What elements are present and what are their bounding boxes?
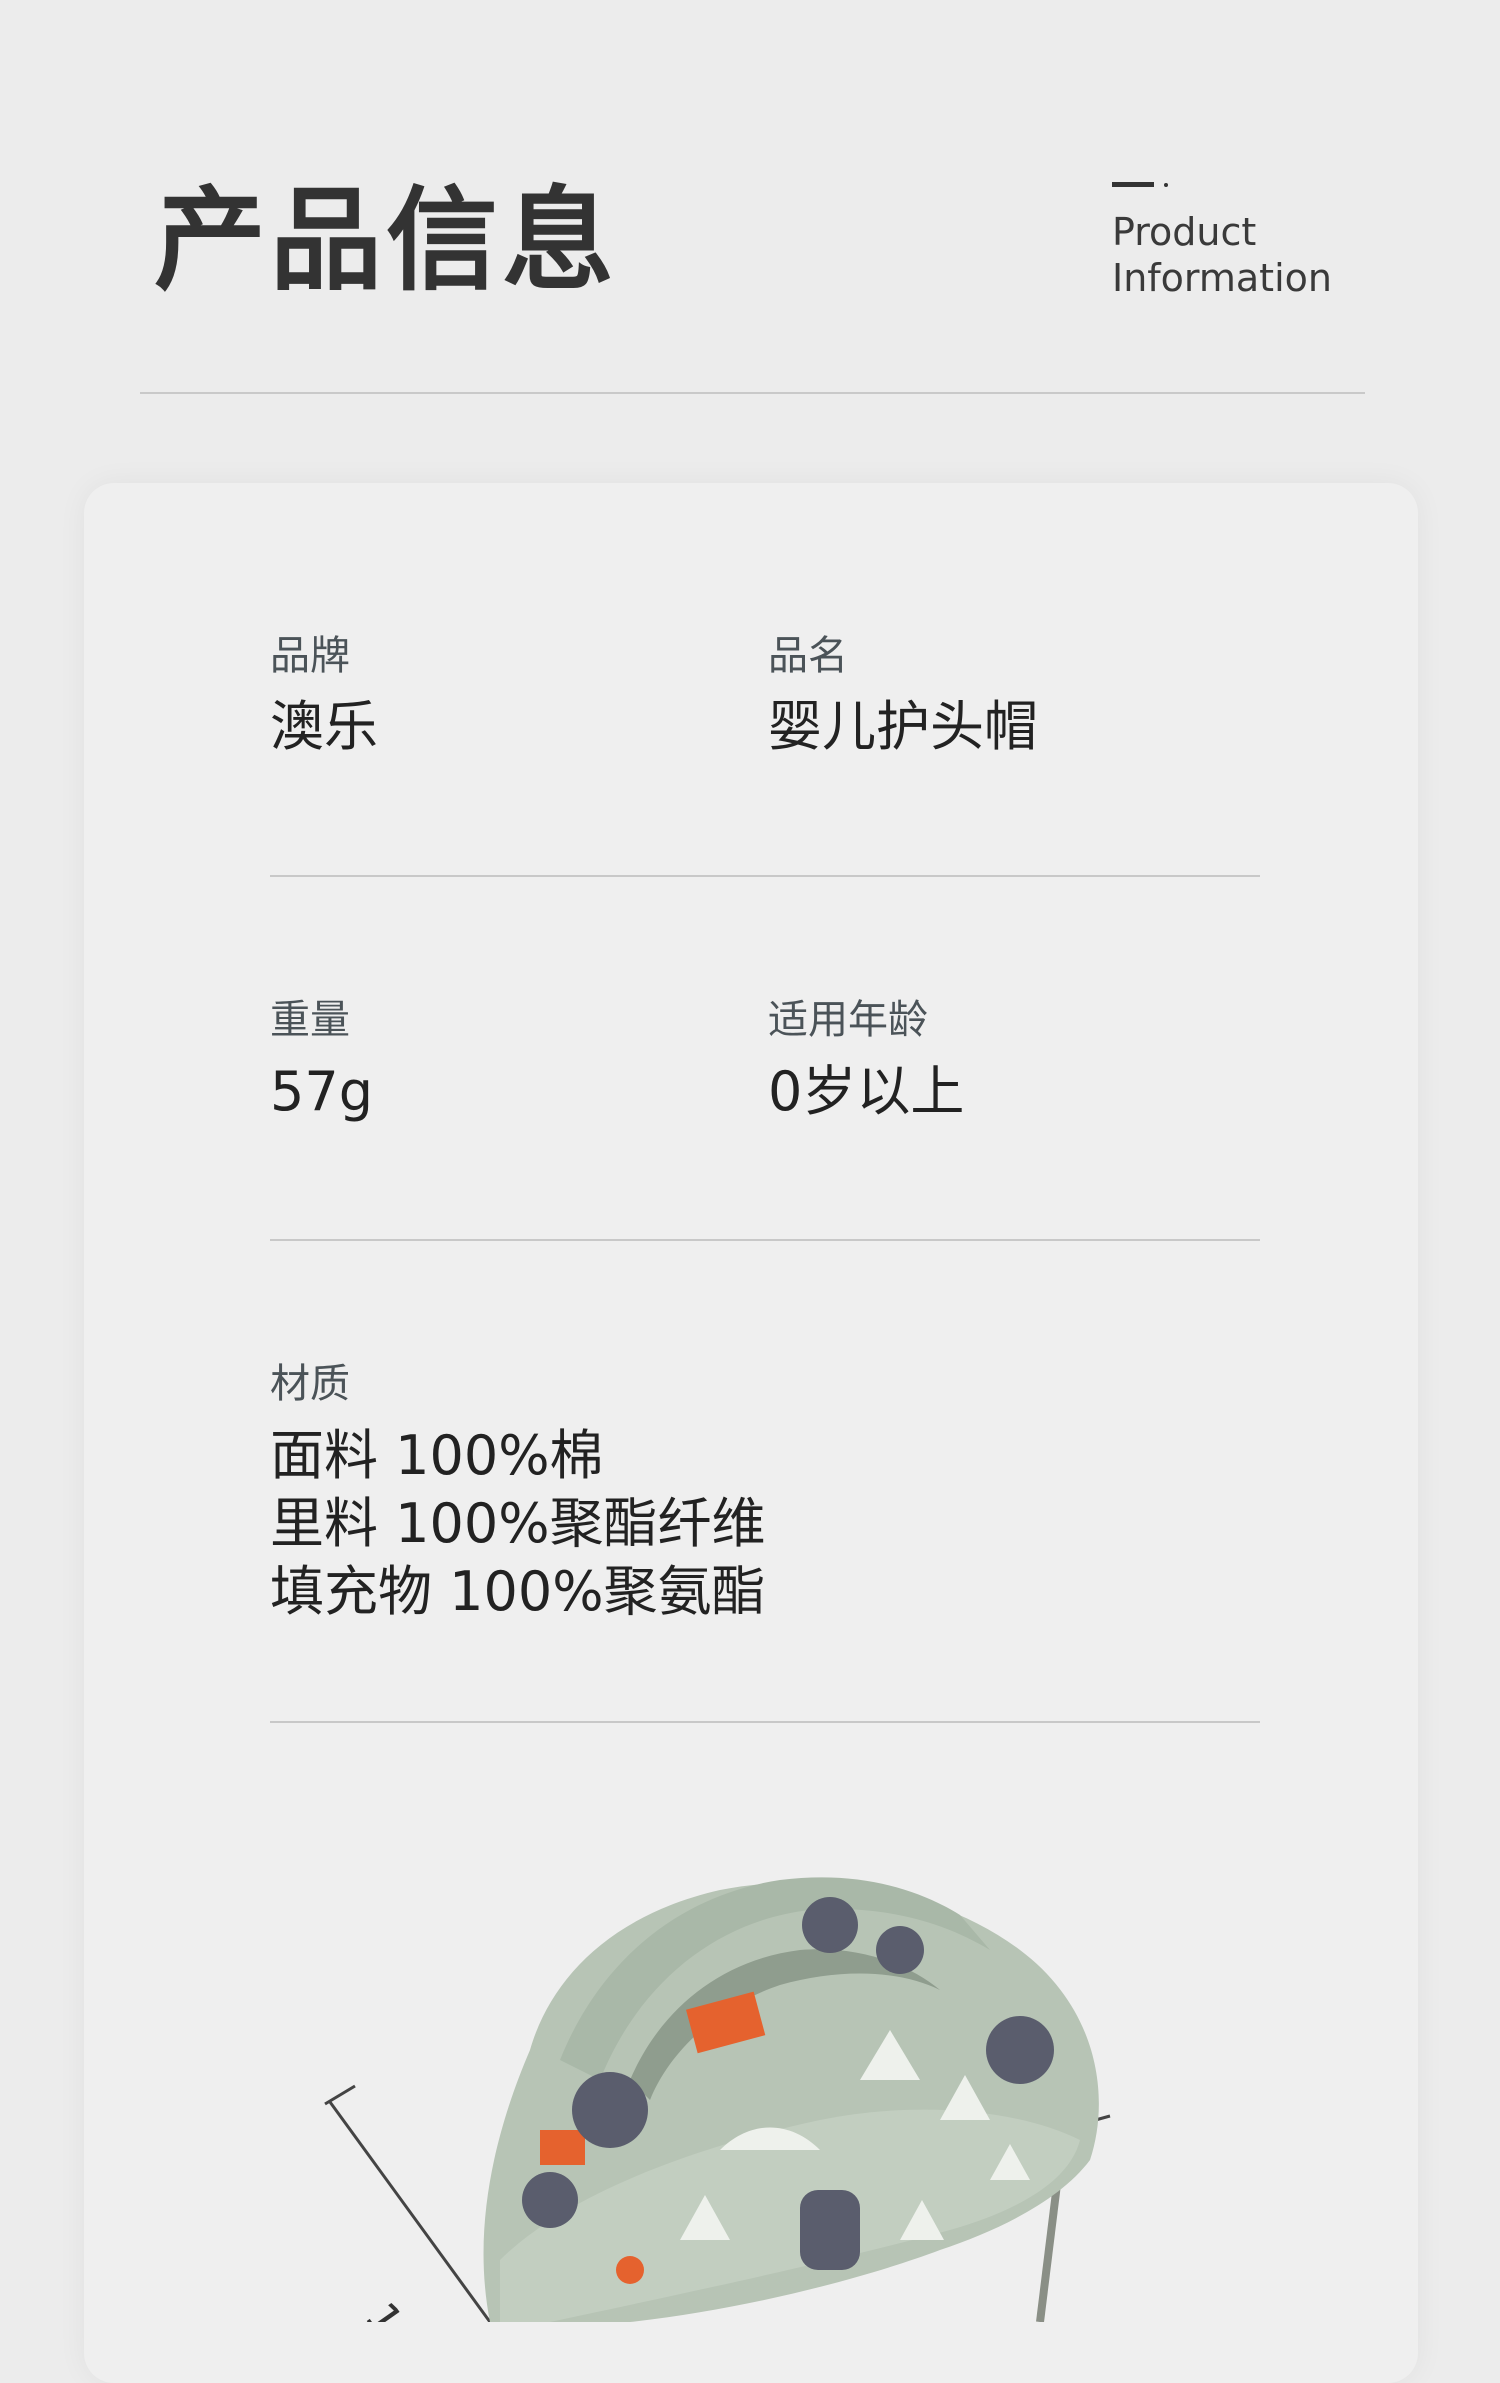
weight-value: 57g	[270, 1060, 373, 1123]
material-line-2: 里料 100%聚酯纤维	[270, 1492, 766, 1555]
dash-decoration	[1112, 182, 1168, 187]
page-subtitle-en: Product Information	[1112, 182, 1412, 301]
product-name-value: 婴儿护头帽	[768, 695, 1038, 758]
product-name-label: 品名	[768, 633, 848, 679]
row-divider	[270, 1239, 1260, 1241]
subtitle-line-1: Product	[1112, 210, 1257, 254]
baby-helmet-image: 13	[324, 1877, 1111, 2322]
header-divider	[140, 392, 1365, 394]
page-title: 产品信息	[154, 176, 618, 306]
dimension-label: 13	[355, 2294, 429, 2322]
subtitle-line-2: Information	[1112, 256, 1332, 300]
material-line-1: 面料 100%棉	[270, 1424, 604, 1487]
material-line-3: 填充物 100%聚氨酯	[270, 1560, 766, 1623]
age-label: 适用年龄	[768, 997, 928, 1043]
weight-label: 重量	[270, 997, 350, 1043]
brand-value: 澳乐	[270, 695, 378, 758]
brand-label: 品牌	[270, 633, 350, 679]
row-divider	[270, 875, 1260, 877]
age-value: 0岁以上	[768, 1060, 965, 1123]
material-label: 材质	[270, 1361, 350, 1407]
row-divider	[270, 1721, 1260, 1723]
